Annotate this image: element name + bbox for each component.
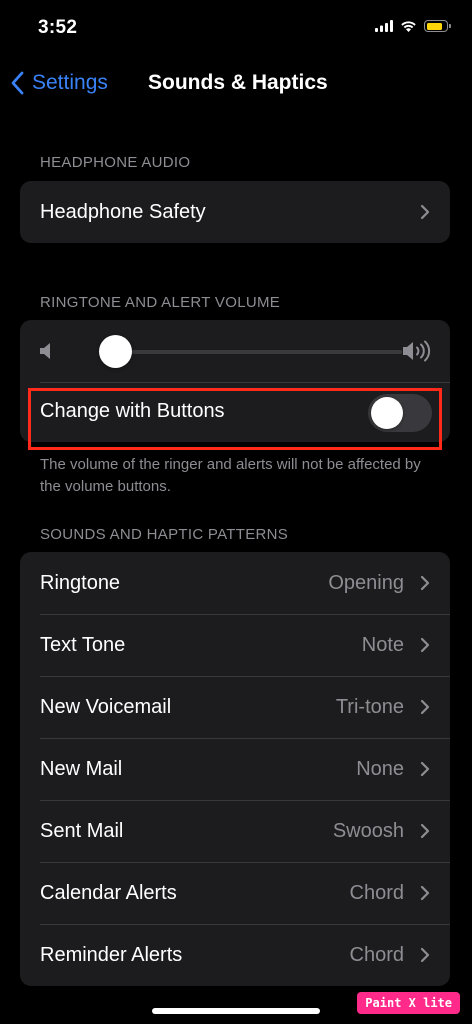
volume-slider-track[interactable] — [100, 350, 402, 354]
row-label: Text Tone — [40, 633, 126, 656]
status-icons — [375, 20, 451, 32]
row-label: Sent Mail — [40, 819, 124, 842]
section-header-headphone-audio: HEADPHONE AUDIO — [40, 154, 191, 171]
row-value: Swoosh — [332, 819, 404, 842]
row-value: Note — [361, 633, 404, 656]
signal-icon — [375, 20, 393, 32]
reminder-alerts-row[interactable]: Reminder Alerts Chord — [20, 924, 450, 986]
row-label: Headphone Safety — [40, 200, 206, 223]
change-with-buttons-toggle[interactable] — [368, 394, 432, 432]
chevron-right-icon — [420, 885, 430, 901]
page-title: Sounds & Haptics — [148, 71, 328, 94]
chevron-right-icon — [420, 699, 430, 715]
chevron-right-icon — [420, 761, 430, 777]
battery-icon — [424, 20, 451, 32]
new-voicemail-row[interactable]: New Voicemail Tri-tone — [20, 676, 450, 738]
ringtone-volume-group: Change with Buttons — [20, 320, 450, 442]
chevron-left-icon — [11, 71, 24, 95]
row-label: Ringtone — [40, 571, 121, 594]
back-button-label: Settings — [32, 71, 108, 94]
chevron-right-icon — [420, 575, 430, 591]
navigation-bar: Settings Sounds & Haptics — [0, 60, 472, 106]
chevron-right-icon — [420, 947, 430, 963]
row-label: Reminder Alerts — [40, 943, 183, 966]
row-label: New Voicemail — [40, 695, 172, 718]
back-button[interactable]: Settings — [10, 60, 108, 106]
home-indicator[interactable] — [152, 1008, 320, 1014]
change-with-buttons-row: Change with Buttons — [20, 382, 450, 442]
watermark-badge: Paint X lite — [357, 992, 460, 1014]
toggle-knob — [371, 397, 403, 429]
row-value: Opening — [328, 571, 404, 594]
speaker-high-icon — [403, 340, 431, 362]
status-time: 3:52 — [38, 17, 78, 38]
status-bar: 3:52 — [0, 0, 472, 56]
volume-slider-thumb[interactable] — [98, 335, 132, 368]
ringtone-row[interactable]: Ringtone Opening — [20, 552, 450, 614]
text-tone-row[interactable]: Text Tone Note — [20, 614, 450, 676]
sent-mail-row[interactable]: Sent Mail Swoosh — [20, 800, 450, 862]
row-value: Chord — [349, 881, 404, 904]
chevron-right-icon — [420, 823, 430, 839]
row-label: Calendar Alerts — [40, 881, 177, 904]
volume-slider-row — [20, 320, 450, 382]
new-mail-row[interactable]: New Mail None — [20, 738, 450, 800]
chevron-right-icon — [420, 637, 430, 653]
row-value: Tri-tone — [335, 695, 404, 718]
change-with-buttons-label: Change with Buttons — [40, 400, 225, 422]
section-header-sounds-patterns: SOUNDS AND HAPTIC PATTERNS — [40, 526, 289, 543]
calendar-alerts-row[interactable]: Calendar Alerts Chord — [20, 862, 450, 924]
volume-footer-text: The volume of the ringer and alerts will… — [40, 456, 421, 495]
row-label: New Mail — [40, 757, 123, 780]
headphone-audio-group: Headphone Safety — [20, 181, 450, 243]
battery-level — [426, 22, 442, 30]
section-header-ringtone-volume: RINGTONE AND ALERT VOLUME — [40, 294, 281, 311]
row-value: None — [356, 757, 404, 780]
chevron-right-icon — [420, 204, 430, 220]
sounds-patterns-group: Ringtone Opening Text Tone Note New Voic… — [20, 552, 450, 986]
speaker-low-icon — [40, 343, 50, 359]
row-value: Chord — [349, 943, 404, 966]
wifi-icon — [401, 21, 416, 32]
headphone-safety-row[interactable]: Headphone Safety — [20, 181, 450, 243]
